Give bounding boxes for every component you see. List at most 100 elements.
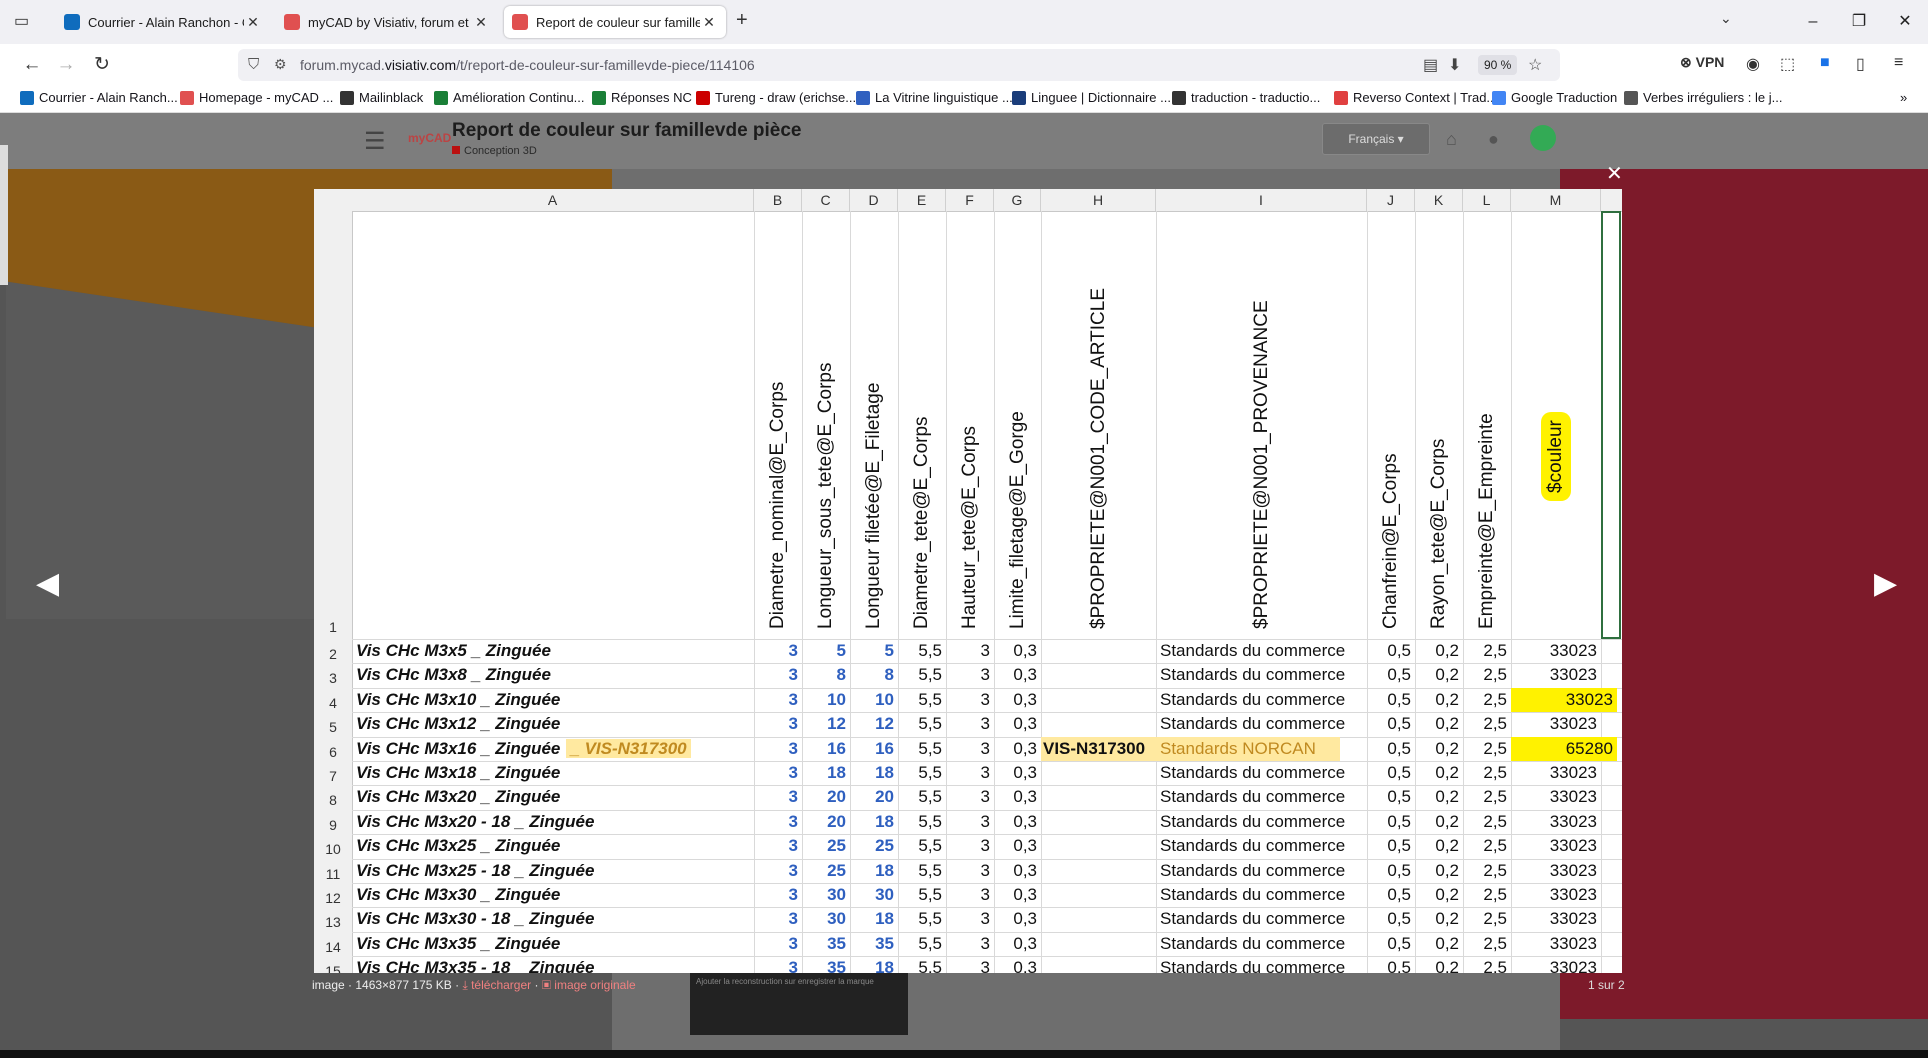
table-cell-j[interactable]: 0,5: [1367, 907, 1415, 931]
lightbox-thumbnail[interactable]: Ajouter la reconstruction sur enregistre…: [690, 973, 908, 1035]
table-cell-k[interactable]: 0,2: [1415, 932, 1463, 956]
site-logo[interactable]: myCAD: [408, 131, 451, 145]
table-cell-k[interactable]: 0,2: [1415, 956, 1463, 973]
table-cell-m[interactable]: 33023: [1511, 834, 1601, 858]
table-cell-k[interactable]: 0,2: [1415, 761, 1463, 785]
row-header[interactable]: 12: [314, 886, 352, 910]
table-cell-c[interactable]: 20: [802, 810, 850, 834]
table-cell-e[interactable]: 5,5: [898, 785, 946, 809]
table-cell-g[interactable]: 0,3: [994, 932, 1041, 956]
table-cell-f[interactable]: 3: [946, 859, 994, 883]
table-cell-c[interactable]: 10: [802, 688, 850, 712]
table-cell-e[interactable]: 5,5: [898, 737, 946, 761]
table-cell-b[interactable]: 3: [754, 761, 802, 785]
table-cell-d[interactable]: 18: [850, 761, 898, 785]
table-cell-f[interactable]: 3: [946, 737, 994, 761]
row-header[interactable]: 6: [314, 740, 352, 764]
table-cell-b[interactable]: 3: [754, 737, 802, 761]
table-cell-h[interactable]: VIS-N317300: [1041, 736, 1156, 761]
table-cell-h[interactable]: [1041, 761, 1156, 785]
table-cell-k[interactable]: 0,2: [1415, 810, 1463, 834]
table-cell-e[interactable]: 5,5: [898, 956, 946, 973]
table-cell-j[interactable]: 0,5: [1367, 688, 1415, 712]
table-cell-h[interactable]: [1041, 956, 1156, 973]
permissions-icon[interactable]: ⚙: [274, 56, 287, 73]
reader-view-icon[interactable]: ▤: [1423, 55, 1438, 75]
download-link[interactable]: ⤓ télécharger: [462, 978, 531, 992]
table-cell-a[interactable]: Vis CHc M3x16 _ Zinguée _ VIS-N317300: [352, 737, 754, 761]
row-header[interactable]: 10: [314, 837, 352, 861]
table-cell-f[interactable]: 3: [946, 712, 994, 736]
table-cell-i[interactable]: Standards du commerce: [1156, 639, 1367, 663]
browser-tab[interactable]: Courrier - Alain Ranchon - Outl✕: [56, 6, 270, 38]
table-cell-k[interactable]: 0,2: [1415, 834, 1463, 858]
table-cell-h[interactable]: [1041, 859, 1156, 883]
table-cell-g[interactable]: 0,3: [994, 663, 1041, 687]
browser-tab[interactable]: myCAD by Visiativ, forum et act ✕: [276, 6, 498, 38]
table-cell-c[interactable]: 30: [802, 907, 850, 931]
bookmark-item[interactable]: La Vitrine linguistique ...: [856, 90, 1013, 105]
table-cell-c[interactable]: 20: [802, 785, 850, 809]
column-header[interactable]: H: [1041, 189, 1156, 211]
table-cell-h[interactable]: [1041, 932, 1156, 956]
table-cell-m[interactable]: 33023: [1511, 639, 1601, 663]
avatar[interactable]: [1530, 125, 1556, 151]
table-cell-l[interactable]: 2,5: [1463, 639, 1511, 663]
table-cell-m[interactable]: 33023: [1511, 859, 1601, 883]
table-cell-j[interactable]: 0,5: [1367, 737, 1415, 761]
table-cell-l[interactable]: 2,5: [1463, 688, 1511, 712]
row-header[interactable]: 5: [314, 715, 352, 739]
topic-category[interactable]: Conception 3D: [452, 145, 537, 157]
bookmark-star-icon[interactable]: ☆: [1528, 55, 1542, 75]
table-cell-f[interactable]: 3: [946, 688, 994, 712]
table-cell-h[interactable]: [1041, 785, 1156, 809]
restore-button[interactable]: ❐: [1836, 0, 1882, 44]
table-cell-d[interactable]: 5: [850, 639, 898, 663]
row-header[interactable]: 8: [314, 788, 352, 812]
language-selector[interactable]: Français ▾: [1322, 123, 1430, 155]
bookmark-item[interactable]: traduction - traductio...: [1172, 90, 1320, 105]
table-cell-h[interactable]: [1041, 907, 1156, 931]
close-window-button[interactable]: ✕: [1882, 0, 1928, 44]
table-cell-k[interactable]: 0,2: [1415, 907, 1463, 931]
table-cell-d[interactable]: 30: [850, 883, 898, 907]
table-cell-f[interactable]: 3: [946, 761, 994, 785]
table-cell-j[interactable]: 0,5: [1367, 712, 1415, 736]
table-cell-d[interactable]: 18: [850, 810, 898, 834]
table-cell-a[interactable]: Vis CHc M3x35 _ Zinguée: [352, 932, 754, 956]
table-cell-b[interactable]: 3: [754, 883, 802, 907]
table-cell-l[interactable]: 2,5: [1463, 859, 1511, 883]
table-cell-g[interactable]: 0,3: [994, 834, 1041, 858]
table-cell-i[interactable]: Standards du commerce: [1156, 907, 1367, 931]
table-cell-d[interactable]: 16: [850, 737, 898, 761]
column-header[interactable]: D: [850, 189, 898, 211]
table-cell-g[interactable]: 0,3: [994, 761, 1041, 785]
row-header[interactable]: 1: [314, 619, 352, 635]
bookmark-item[interactable]: Linguee | Dictionnaire ...: [1012, 90, 1171, 105]
table-cell-d[interactable]: 12: [850, 712, 898, 736]
column-header[interactable]: B: [754, 189, 802, 211]
original-image-link[interactable]: ▣ image originale: [542, 978, 636, 992]
minimize-button[interactable]: –: [1790, 0, 1836, 44]
table-cell-c[interactable]: 30: [802, 883, 850, 907]
table-cell-m[interactable]: 33023: [1511, 810, 1601, 834]
table-cell-f[interactable]: 3: [946, 907, 994, 931]
table-cell-k[interactable]: 0,2: [1415, 688, 1463, 712]
hamburger-icon[interactable]: ☰: [364, 127, 386, 156]
table-cell-d[interactable]: 8: [850, 663, 898, 687]
table-cell-i[interactable]: Standards du commerce: [1156, 663, 1367, 687]
table-cell-f[interactable]: 3: [946, 883, 994, 907]
table-cell-m[interactable]: 33023: [1511, 687, 1617, 712]
column-header[interactable]: L: [1463, 189, 1511, 211]
table-cell-b[interactable]: 3: [754, 663, 802, 687]
table-cell-b[interactable]: 3: [754, 859, 802, 883]
table-cell-c[interactable]: 5: [802, 639, 850, 663]
table-cell-g[interactable]: 0,3: [994, 639, 1041, 663]
table-cell-m[interactable]: 33023: [1511, 761, 1601, 785]
table-cell-e[interactable]: 5,5: [898, 907, 946, 931]
tab-list-icon[interactable]: ▭: [14, 11, 36, 33]
row-header[interactable]: 7: [314, 764, 352, 788]
table-cell-l[interactable]: 2,5: [1463, 761, 1511, 785]
table-cell-b[interactable]: 3: [754, 907, 802, 931]
table-cell-m[interactable]: 33023: [1511, 907, 1601, 931]
